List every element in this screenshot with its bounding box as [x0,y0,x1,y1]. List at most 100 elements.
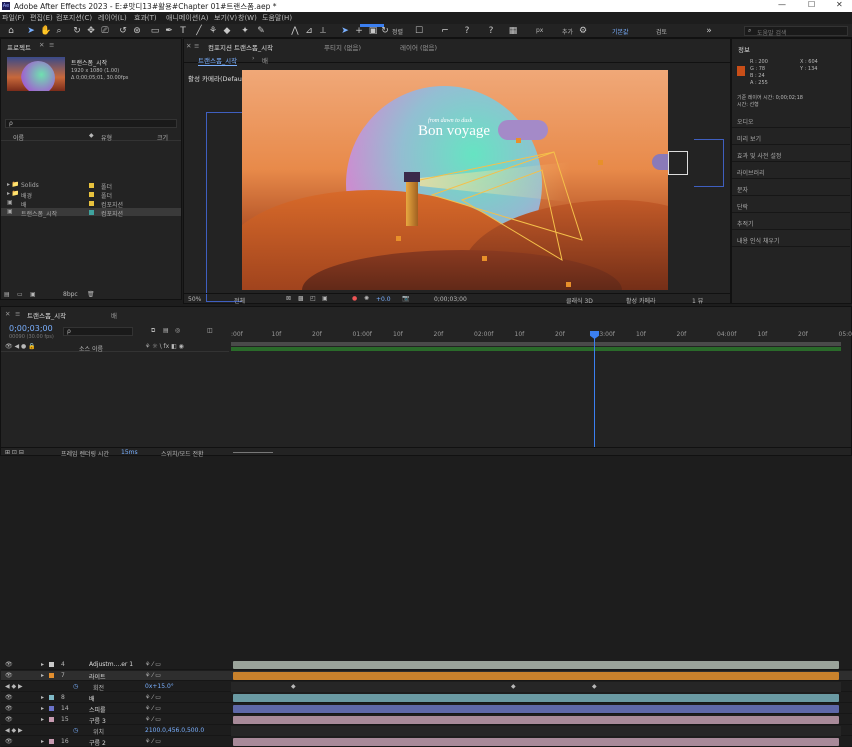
visibility-icon[interactable]: 👁 [5,738,13,745]
layer-row[interactable]: 👁 15 ▸ 구름 3 ⚘ ⁄ ▭ [1,715,852,725]
project-item[interactable]: ▣ 배 컴포지션 [1,199,181,209]
layer-expand-icon[interactable]: ▸ [41,716,44,723]
anchor-marker-2[interactable] [598,160,603,165]
snap-box-icon[interactable]: ☐ [414,26,424,36]
layer-label-color[interactable] [49,706,54,711]
info-panel-item[interactable]: 단락 [732,199,850,213]
project-tab[interactable]: 프로젝트 [7,42,31,52]
new-comp-icon[interactable]: ▣ [30,291,36,298]
zoom-slider[interactable] [233,452,273,453]
layer-switches[interactable]: ⚘ ⁄ ▭ [145,738,161,745]
menu-item-7[interactable]: 창(W) [238,13,257,23]
mask-icon[interactable]: ◰ [310,295,316,302]
info-panel-item[interactable]: 효과 및 사전 설정 [732,148,850,162]
layer-label-color[interactable] [49,673,54,678]
new-folder-icon[interactable]: ▭ [17,291,23,298]
world-axis-icon[interactable]: ⟂ [318,26,328,36]
home-icon[interactable]: ⌂ [6,26,16,36]
sub-tab-child[interactable]: 배 [262,55,268,65]
frame-icon[interactable]: ▣ [368,26,378,36]
shy-icon[interactable]: ⧉ [151,327,155,335]
info-panel-item[interactable]: 미리 보기 [732,131,850,145]
layer-expand-icon[interactable]: ▸ [41,672,44,679]
menu-item-3[interactable]: 레이어(L) [98,13,127,23]
info-panel-item[interactable]: 라이브러리 [732,165,850,179]
stopwatch-icon[interactable]: ◷ [73,683,78,690]
layer-switches[interactable]: ⚘ ⁄ ▭ [145,661,161,668]
local-axis-icon[interactable]: ⊿ [304,26,314,36]
timeline-timecode[interactable]: 0;00;03;00 [9,324,53,333]
anchor-marker-3[interactable] [482,256,487,261]
region-icon[interactable]: ⊠ [286,295,291,302]
visibility-icon[interactable]: 👁 [5,705,13,712]
clone-tool-icon[interactable]: ⚘ [208,26,218,36]
project-menu-icon[interactable]: ≡ [49,41,54,49]
motion-blur-icon[interactable]: ◎ [175,327,180,334]
brush-tool-icon[interactable]: ╱ [194,26,204,36]
playhead-line[interactable] [594,331,595,447]
move-tool-icon[interactable]: ✥ [86,26,96,36]
rectangle-tool-icon[interactable]: ▭ [150,26,160,36]
comp-tab[interactable]: 컴포지션 트랜스폼_시작 [208,42,273,52]
info-tab[interactable]: 정보 [738,44,750,54]
layer-expand-icon[interactable]: ▸ [41,694,44,701]
layer-property-row[interactable]: ◀ ◆ ▶ ◷ 위치 2100.0,456.0,500.0 [1,726,852,736]
roto-tool-icon[interactable]: ✦ [240,26,250,36]
puppet-tool-icon[interactable]: ✎ [256,26,266,36]
col-source-name[interactable]: 소스 이름 [79,344,103,353]
zoom-tool-icon[interactable]: ⌕ [54,26,64,36]
workspace-review[interactable]: 검토 [656,27,667,36]
visibility-icon[interactable]: 👁 [5,661,13,668]
layer-label-color[interactable] [49,695,54,700]
resolution-select[interactable]: 전체 [234,296,245,305]
project-tab-close-icon[interactable]: ✕ [39,41,44,49]
extra-settings-icon[interactable]: ⚙ [578,26,588,36]
zoom-select[interactable]: 50% [188,296,201,303]
snap-bracket-icon[interactable]: ⌐ [440,26,450,36]
hand-tool-icon[interactable]: ✋ [40,26,51,36]
help-box-2-icon[interactable]: ? [486,26,496,36]
bpc-label[interactable]: 8bpc [63,291,78,298]
menu-item-2[interactable]: 컴포지션(C) [56,13,92,23]
add-icon[interactable]: + [354,26,364,36]
timeline-tab-2[interactable]: 배 [111,310,117,320]
menu-item-1[interactable]: 편집(E) [30,13,53,23]
help-search[interactable]: ⌕ 도움말 검색 [744,26,848,37]
layer-row[interactable]: 👁 14 ▸ 스피룰 ⚘ ⁄ ▭ [1,704,852,714]
workspace-default[interactable]: 기본값 [612,27,629,36]
visibility-icon[interactable]: ◀ ◆ ▶ [5,683,23,690]
type-tool-icon[interactable]: T [178,26,188,36]
info-panel-item[interactable]: 내용 인식 채우기 [732,233,850,247]
timeline-close-icon[interactable]: ✕ [5,310,10,318]
label-color-swatch[interactable] [89,210,94,215]
timeline-search[interactable]: ρ [63,327,133,336]
layer-property-row[interactable]: ◀ ◆ ▶ ◷ 회전 0x+15.0° ◆ ◆ ◆ [1,682,852,692]
comp-panel-close-icon[interactable]: ✕ [186,42,191,50]
project-search[interactable]: ρ [5,119,177,128]
exposure-value[interactable]: +0.0 [376,296,391,303]
menu-item-4[interactable]: 효과(T) [134,13,157,23]
layer-expand-icon[interactable]: ▸ [41,705,44,712]
workspace-more-icon[interactable]: » [704,26,714,36]
pen-tool-icon[interactable]: ✒ [164,26,174,36]
label-color-swatch[interactable] [89,192,94,197]
menu-item-5[interactable]: 애니메이션(A) [166,13,208,23]
keyframe-diamond[interactable]: ◆ [291,683,296,690]
layer-name[interactable]: 구름 3 [89,716,106,725]
layer-label-color[interactable] [49,662,54,667]
layer-switches[interactable]: ⚘ ⁄ ▭ [145,672,161,679]
layer-row[interactable]: 👁 4 ▸ Adjustm....er 1 ⚘ ⁄ ▭ [1,660,852,670]
layer-switches[interactable]: ⚘ ⁄ ▭ [145,716,161,723]
layer-duration-bar[interactable] [233,672,839,680]
property-value[interactable]: 2100.0,456.0,500.0 [145,727,204,734]
comp-panel-menu-icon[interactable]: ≡ [194,42,199,50]
keyframe-diamond[interactable]: ◆ [511,683,516,690]
menu-item-6[interactable]: 보기(V) [214,13,237,23]
label-color-swatch[interactable] [89,183,94,188]
transparency-icon[interactable]: ▩ [298,295,304,302]
info-panel-item[interactable]: 오디오 [732,114,850,128]
undo-rotate-icon[interactable]: ↻ [380,26,390,36]
layer-switches[interactable]: ⚘ ⁄ ▭ [145,705,161,712]
property-value[interactable]: 0x+15.0° [145,683,174,690]
visibility-icon[interactable]: 👁 [5,672,13,679]
